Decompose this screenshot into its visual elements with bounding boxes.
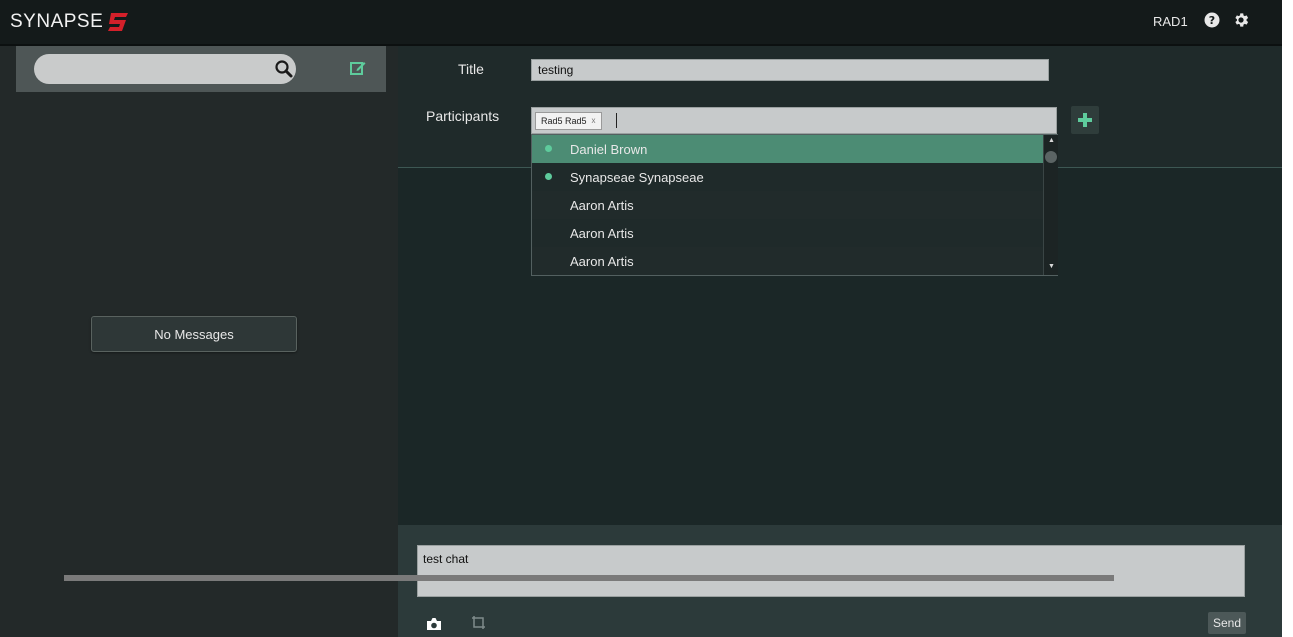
send-button[interactable]: Send xyxy=(1208,612,1246,634)
option-label: Aaron Artis xyxy=(570,225,634,241)
text-cursor xyxy=(616,113,617,128)
logo-five-mark xyxy=(108,13,129,31)
app-window: SYNAPSE RAD1 ? No Messages Title testing… xyxy=(0,0,1282,637)
participants-input[interactable]: Rad5 Rad5 x xyxy=(531,107,1057,134)
gear-icon[interactable] xyxy=(1232,11,1250,29)
option-label: Daniel Brown xyxy=(570,141,648,157)
user-label[interactable]: RAD1 xyxy=(1153,14,1188,29)
search-icon[interactable] xyxy=(274,59,294,79)
top-bar: SYNAPSE RAD1 ? xyxy=(0,0,1282,46)
svg-text:?: ? xyxy=(1209,14,1215,27)
conversation-sidebar: No Messages xyxy=(0,46,398,637)
compose-icon[interactable] xyxy=(349,59,367,77)
plus-icon xyxy=(1078,113,1092,127)
participants-label: Participants xyxy=(426,108,500,124)
participant-tag-label: Rad5 Rad5 xyxy=(541,116,587,126)
help-icon[interactable]: ? xyxy=(1204,12,1220,28)
remove-participant-button[interactable]: x xyxy=(592,113,596,129)
scroll-thumb[interactable] xyxy=(1045,151,1057,163)
online-dot xyxy=(545,173,552,180)
message-input[interactable]: test chat xyxy=(417,545,1245,597)
online-dot xyxy=(545,145,552,152)
add-participant-button[interactable] xyxy=(1071,106,1099,134)
participant-dropdown: Daniel Brown Synapseae Synapseae Aaron A… xyxy=(531,134,1058,276)
no-messages-label: No Messages xyxy=(91,316,297,352)
option-label: Aaron Artis xyxy=(570,197,634,213)
dropdown-scrollbar[interactable]: ▲ ▼ xyxy=(1043,135,1058,275)
camera-icon[interactable] xyxy=(426,617,442,631)
dropdown-option[interactable]: Daniel Brown xyxy=(532,135,1043,163)
horizontal-scrollbar[interactable] xyxy=(64,575,1114,581)
title-input[interactable]: testing xyxy=(531,59,1049,81)
scroll-down-icon[interactable]: ▼ xyxy=(1048,263,1055,270)
dropdown-option[interactable]: Aaron Artis xyxy=(532,219,1043,247)
logo: SYNAPSE xyxy=(10,8,130,36)
dropdown-option[interactable]: Aaron Artis xyxy=(532,247,1043,275)
option-label: Synapseae Synapseae xyxy=(570,169,704,185)
compose-area: test chat Send xyxy=(398,525,1282,637)
search-input[interactable] xyxy=(34,54,296,84)
dropdown-option[interactable]: Aaron Artis xyxy=(532,191,1043,219)
dropdown-option[interactable]: Synapseae Synapseae xyxy=(532,163,1043,191)
participant-tag[interactable]: Rad5 Rad5 x xyxy=(535,112,602,130)
title-label: Title xyxy=(458,61,484,77)
scroll-up-icon[interactable]: ▲ xyxy=(1048,137,1055,144)
option-label: Aaron Artis xyxy=(570,253,634,269)
logo-text: SYNAPSE xyxy=(10,11,104,32)
sidebar-header xyxy=(16,46,386,92)
crop-icon[interactable] xyxy=(471,615,487,631)
